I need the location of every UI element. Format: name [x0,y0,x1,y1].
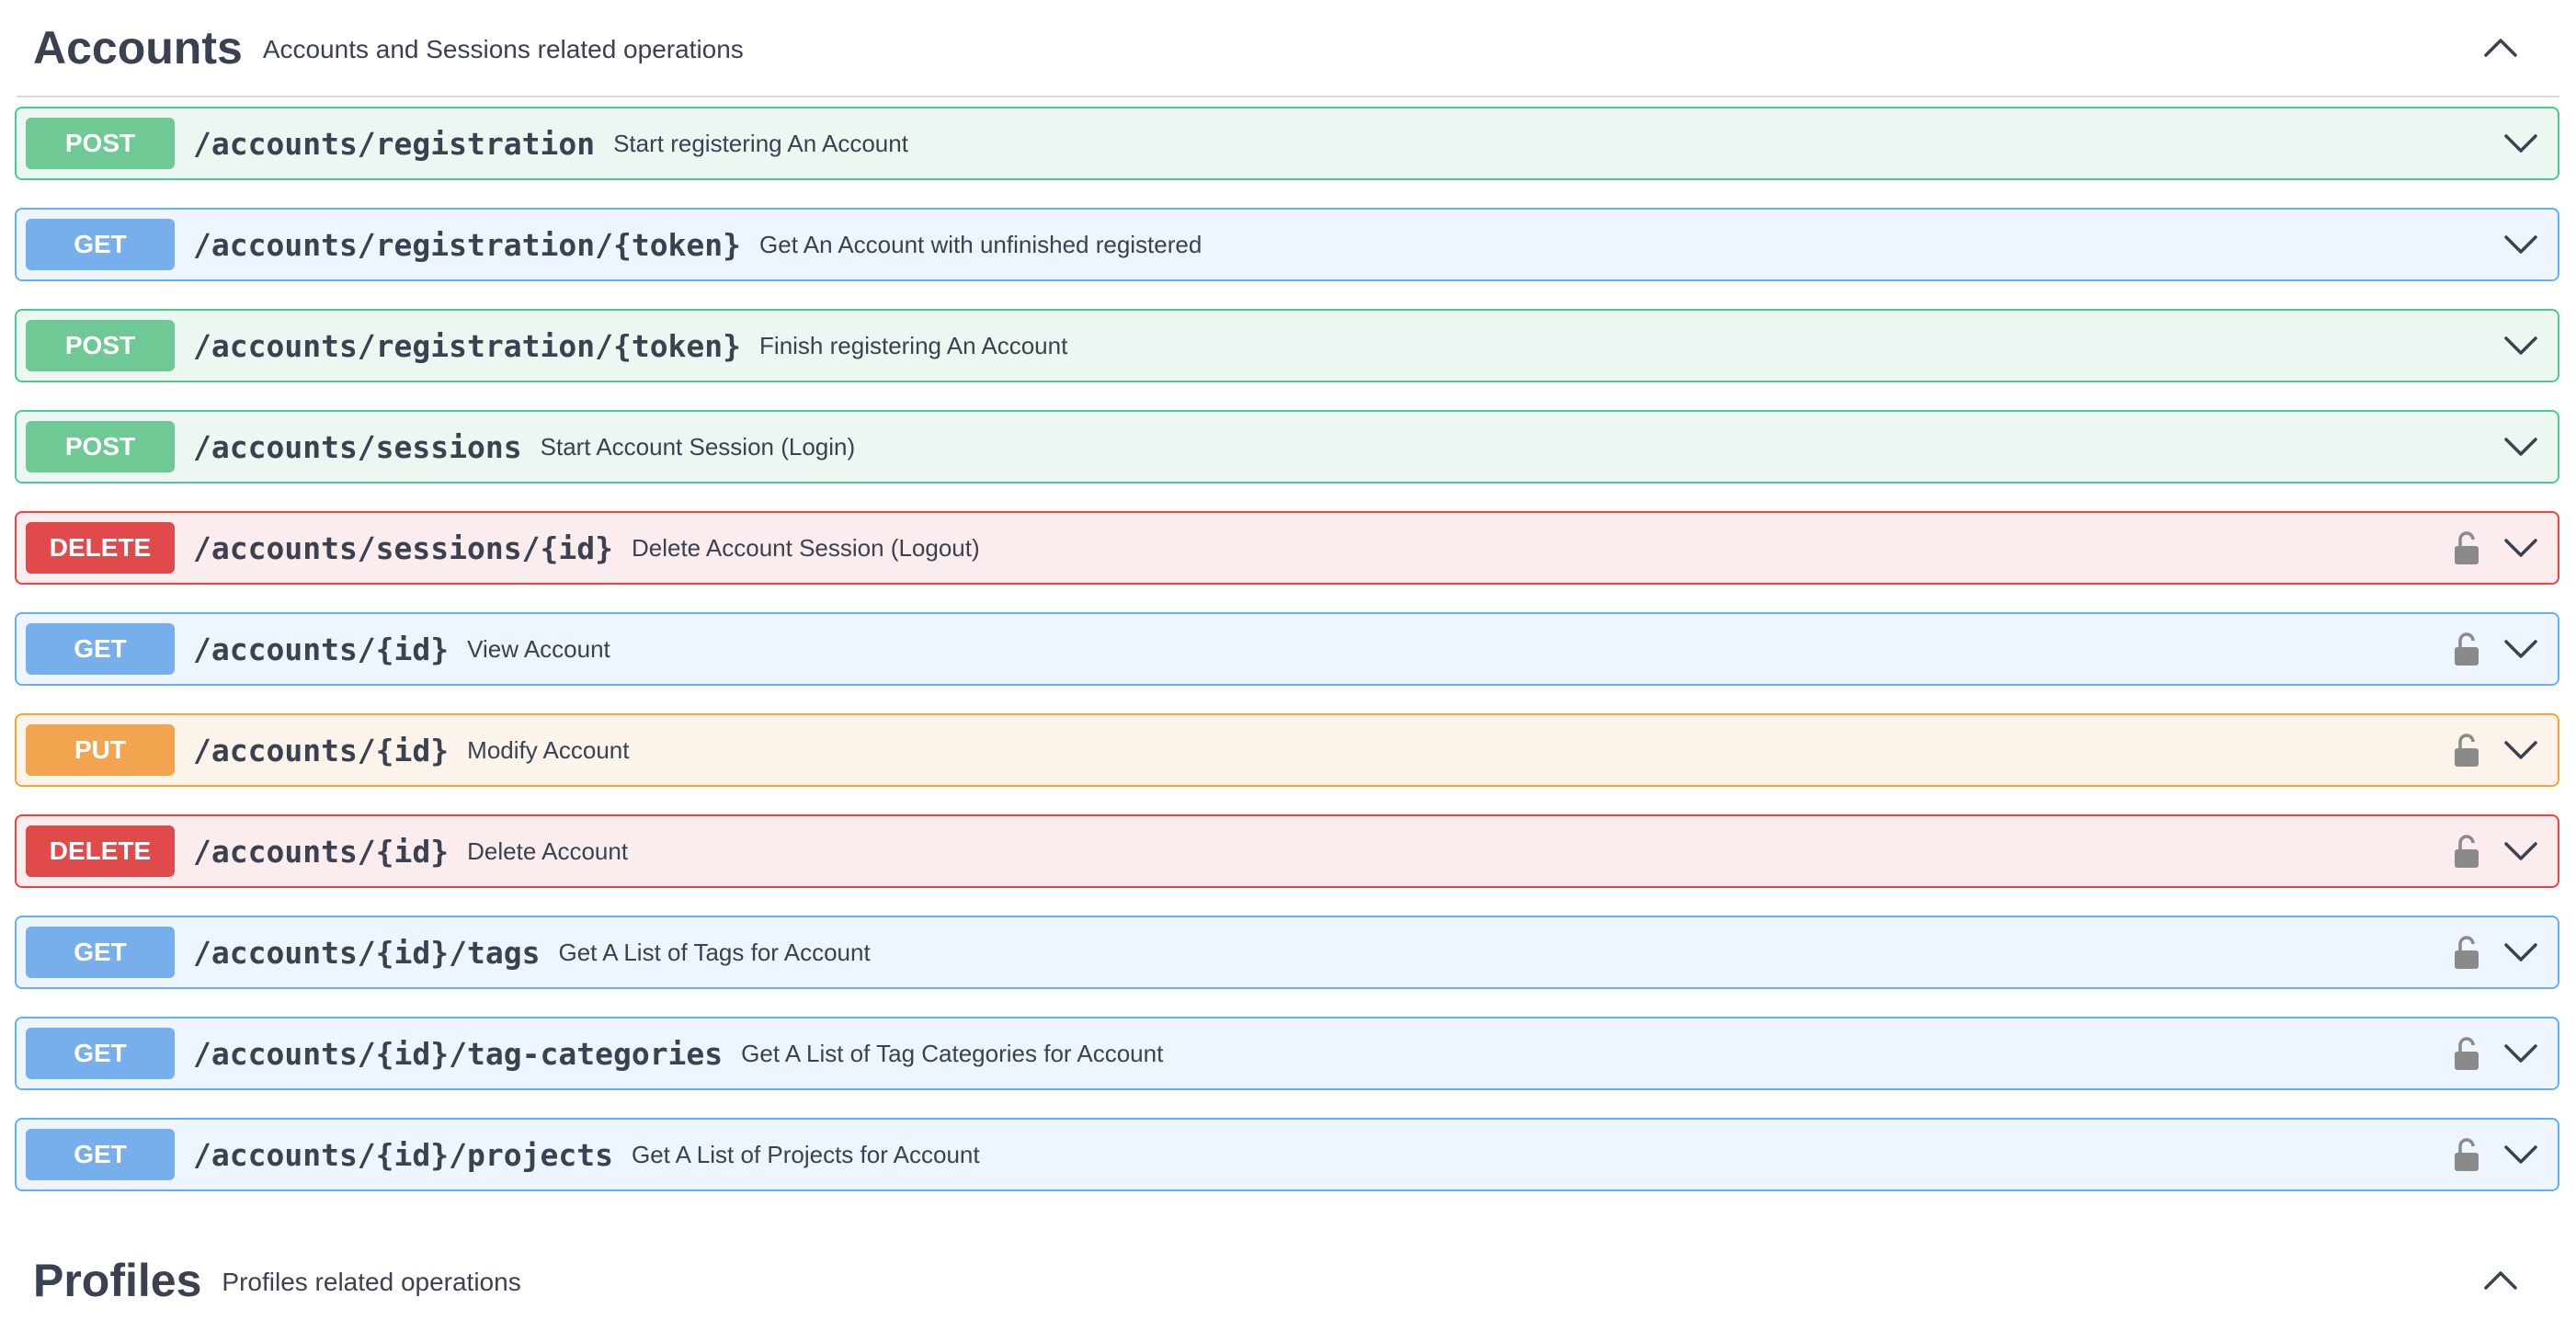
operation-path[interactable]: /accounts/{id} [193,733,449,768]
method-badge: POST [26,320,175,371]
chevron-down-icon[interactable] [2501,932,2541,973]
opblock-get-accounts-registration-token[interactable]: GET /accounts/registration/{token} Get A… [15,208,2559,281]
section-title: Accounts [33,22,243,74]
method-badge: PUT [26,724,175,776]
operation-summary: Finish registering An Account [759,331,1068,359]
method-badge: POST [26,118,175,169]
operation-summary: Get A List of Projects for Account [631,1140,980,1168]
unlocked-padlock-icon[interactable] [2453,834,2480,869]
chevron-down-icon[interactable] [2501,1033,2541,1074]
operation-path[interactable]: /accounts/{id}/projects [193,1137,613,1173]
unlocked-padlock-icon[interactable] [2453,632,2480,666]
opblock-post-accounts-registration-token[interactable]: POST /accounts/registration/{token} Fini… [15,309,2559,382]
operation-path[interactable]: /accounts/{id}/tags [193,935,541,971]
operation-summary: Delete Account Session (Logout) [631,533,980,562]
operation-summary: Start registering An Account [613,129,908,157]
chevron-up-icon[interactable] [2480,28,2521,68]
unlocked-padlock-icon[interactable] [2453,1036,2480,1071]
chevron-down-icon[interactable] [2501,1134,2541,1175]
chevron-down-icon[interactable] [2501,831,2541,871]
opblock-get-accounts-id-tag-categories[interactable]: GET /accounts/{id}/tag-categories Get A … [15,1017,2559,1090]
chevron-down-icon[interactable] [2501,528,2541,568]
operation-summary: Get A List of Tags for Account [558,938,871,966]
section-header-profiles[interactable]: Profiles Profiles related operations [17,1241,2559,1320]
operation-summary: Get An Account with unfinished registere… [759,230,1203,258]
section-description: Accounts and Sessions related operations [262,35,744,63]
operation-path[interactable]: /accounts/registration/{token} [193,227,741,263]
method-badge: GET [26,1129,175,1180]
operation-path[interactable]: /accounts/registration [193,126,595,162]
opblock-post-accounts-registration[interactable]: POST /accounts/registration Start regist… [15,107,2559,180]
chevron-up-icon[interactable] [2480,1260,2521,1301]
method-badge: DELETE [26,825,175,877]
method-badge: GET [26,927,175,978]
opblock-get-accounts-id-projects[interactable]: GET /accounts/{id}/projects Get A List o… [15,1118,2559,1191]
method-badge: DELETE [26,522,175,574]
method-badge: GET [26,623,175,675]
chevron-down-icon[interactable] [2501,123,2541,164]
opblock-get-accounts-id-tags[interactable]: GET /accounts/{id}/tags Get A List of Ta… [15,916,2559,989]
method-badge: GET [26,1028,175,1079]
chevron-down-icon[interactable] [2501,629,2541,669]
operation-summary: Get A List of Tag Categories for Account [741,1039,1164,1067]
chevron-down-icon[interactable] [2501,427,2541,467]
opblock-post-accounts-sessions[interactable]: POST /accounts/sessions Start Account Se… [15,410,2559,484]
section-header-accounts[interactable]: Accounts Accounts and Sessions related o… [17,0,2559,97]
operation-path[interactable]: /accounts/sessions [193,429,522,465]
method-badge: POST [26,421,175,472]
chevron-down-icon[interactable] [2501,325,2541,366]
section-title: Profiles [33,1255,202,1306]
opblock-delete-accounts-sessions-id[interactable]: DELETE /accounts/sessions/{id} Delete Ac… [15,511,2559,585]
unlocked-padlock-icon[interactable] [2453,935,2480,970]
operation-path[interactable]: /accounts/{id} [193,834,449,870]
operation-path[interactable]: /accounts/registration/{token} [193,328,741,364]
unlocked-padlock-icon[interactable] [2453,1137,2480,1172]
operation-summary: Start Account Session (Login) [540,432,856,461]
method-badge: GET [26,219,175,270]
opblock-delete-accounts-id[interactable]: DELETE /accounts/{id} Delete Account [15,814,2559,888]
operation-path[interactable]: /accounts/{id}/tag-categories [193,1036,723,1072]
unlocked-padlock-icon[interactable] [2453,733,2480,768]
operation-path[interactable]: /accounts/{id} [193,632,449,667]
chevron-down-icon[interactable] [2501,730,2541,770]
section-description: Profiles related operations [222,1268,521,1296]
operation-summary: View Account [467,634,610,663]
chevron-down-icon[interactable] [2501,224,2541,265]
opblock-put-accounts-id[interactable]: PUT /accounts/{id} Modify Account [15,713,2559,787]
operation-summary: Delete Account [467,836,629,865]
operation-summary: Modify Account [467,735,630,764]
unlocked-padlock-icon[interactable] [2453,530,2480,565]
opblock-get-accounts-id[interactable]: GET /accounts/{id} View Account [15,612,2559,686]
operation-path[interactable]: /accounts/sessions/{id} [193,530,613,566]
